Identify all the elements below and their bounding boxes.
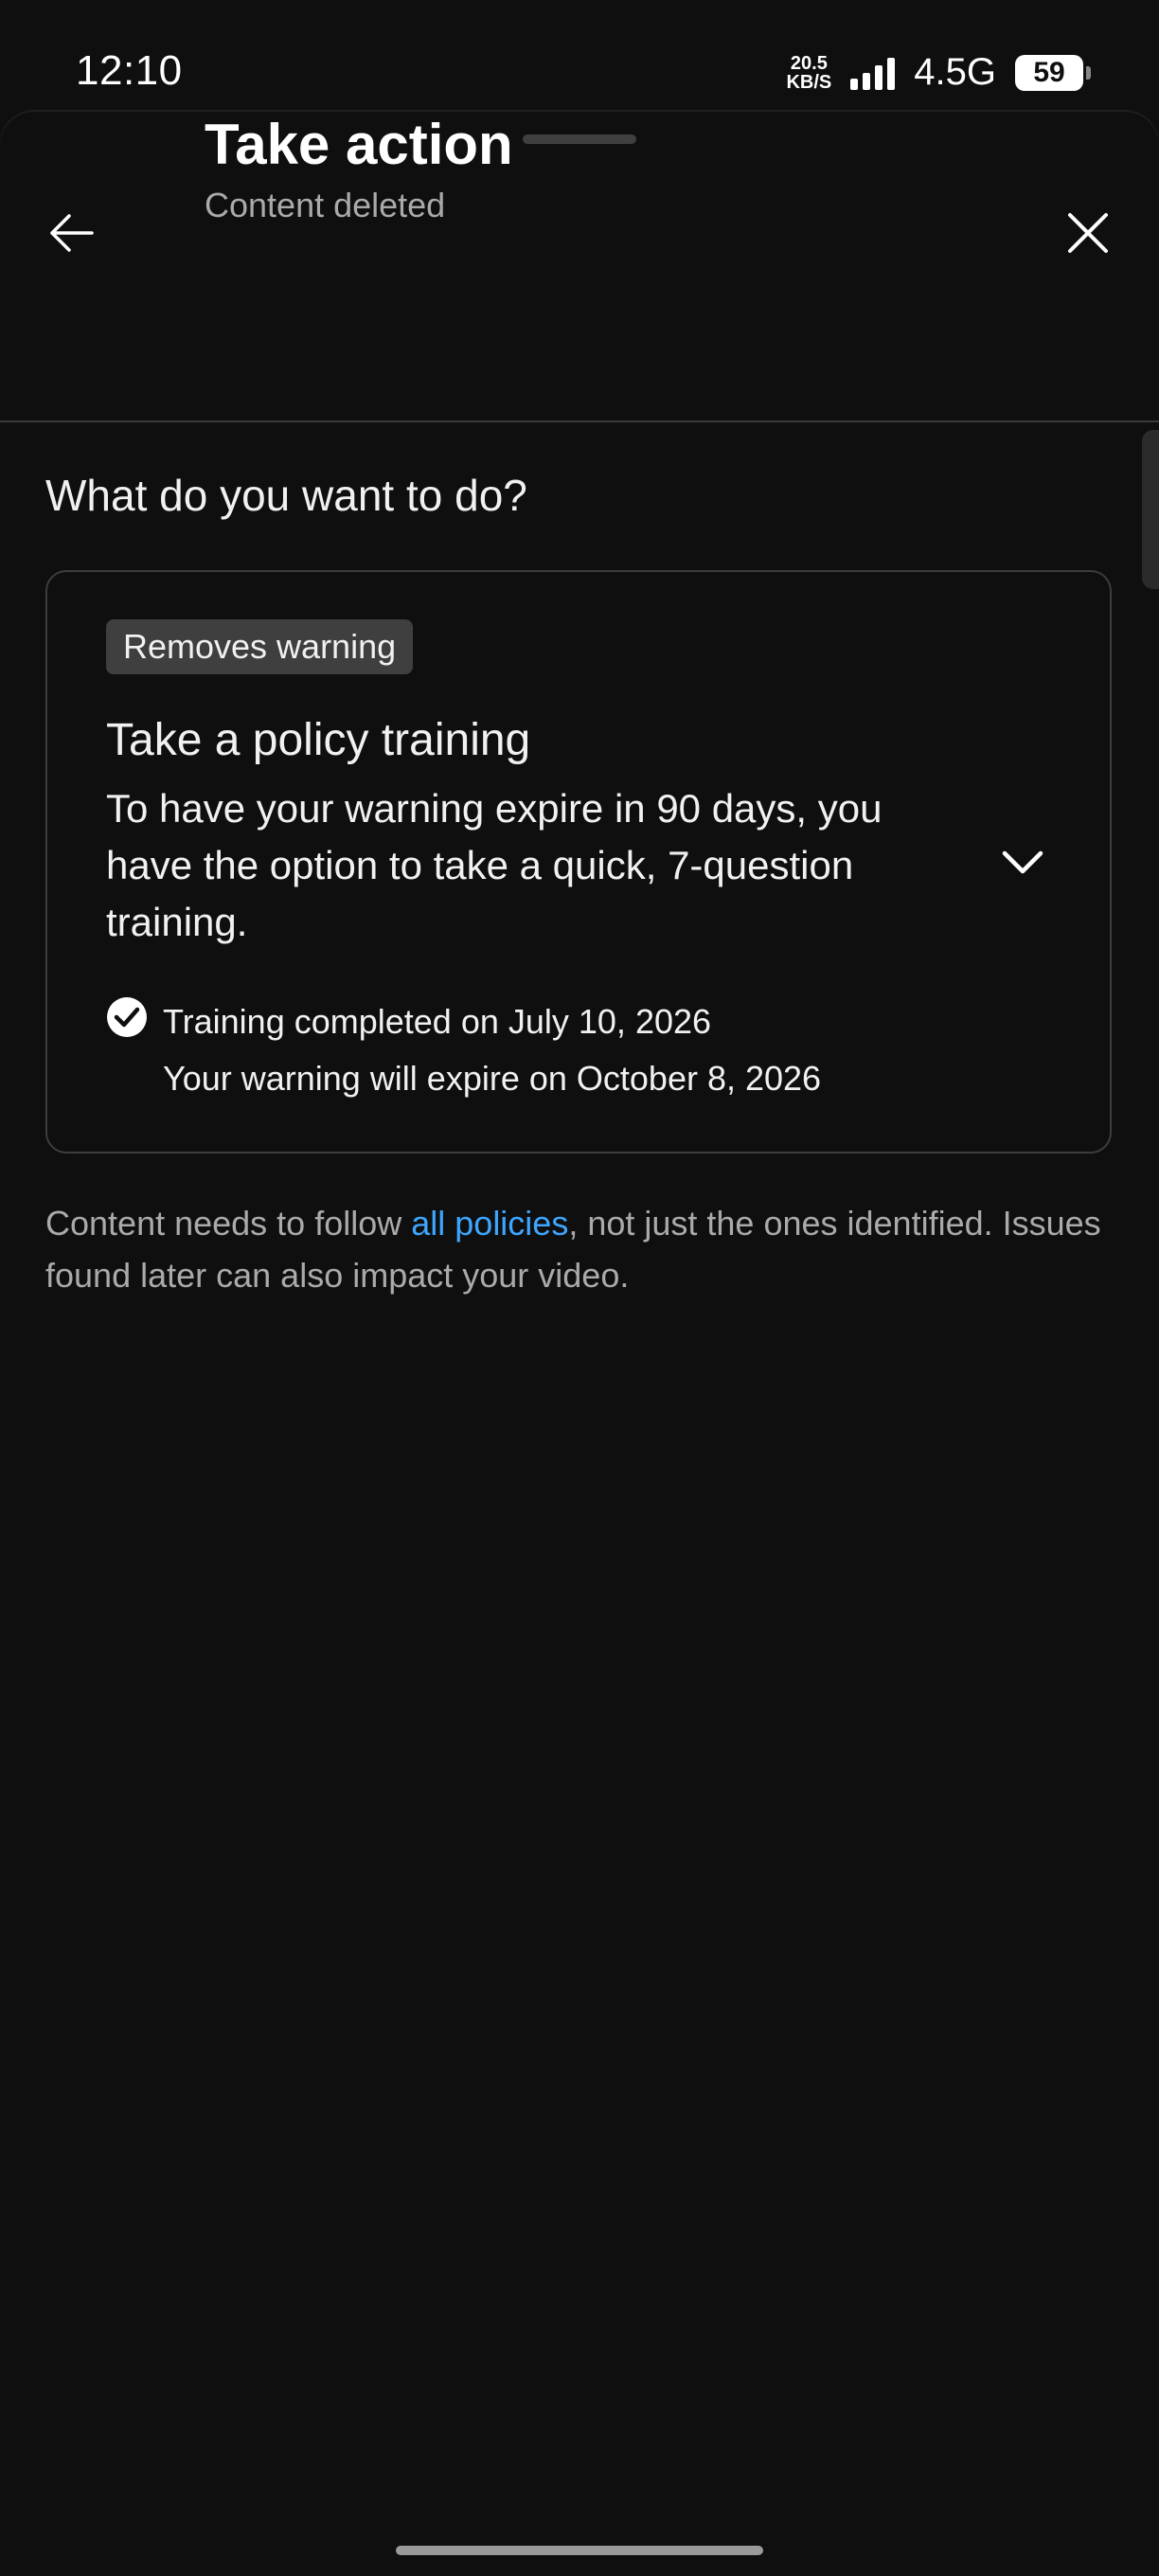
expand-button[interactable] [994,833,1051,890]
network-speed-unit: KB/S [786,71,832,93]
check-circle-icon [107,997,147,1037]
all-policies-link[interactable]: all policies [411,1204,568,1243]
back-button[interactable] [38,200,104,266]
page: 12:10 20.5 KB/S 4.5G 59 Take action Cont… [0,0,1159,2576]
close-icon [1068,213,1108,253]
arrow-left-icon [50,214,94,252]
removes-warning-badge: Removes warning [106,619,414,674]
battery-icon: 59 [1015,54,1091,91]
home-indicator[interactable] [396,2546,763,2555]
page-subtitle: Content deleted [205,186,446,224]
chevron-down-icon [1002,850,1043,874]
section-heading: What do you want to do? [45,471,527,520]
warning-expiry-text: Your warning will expire on October 8, 2… [163,1059,822,1098]
network-speed-value: 20.5 [790,52,828,74]
network-speed: 20.5 KB/S [786,54,831,92]
network-type: 4.5G [914,51,996,93]
battery-level: 59 [1033,56,1065,88]
signal-icon [850,56,896,90]
drag-handle[interactable] [523,134,636,144]
side-panel-handle[interactable] [1142,430,1159,589]
take-action-sheet: Take action Content deleted What do you … [0,112,1159,2576]
status-time: 12:10 [76,47,183,94]
policy-note-text-before: Content needs to follow [45,1204,412,1243]
sheet-header [0,164,1159,308]
policy-training-card[interactable]: Removes warning Take a policy training T… [45,570,1112,1154]
card-description: To have your warning expire in 90 days, … [106,786,883,944]
close-button[interactable] [1055,200,1121,266]
card-title: Take a policy training [106,715,531,765]
training-completed-text: Training completed on July 10, 2026 [163,1002,712,1041]
policy-note: Content needs to follow all policies, no… [45,1197,1106,1301]
header-divider [0,420,1159,422]
status-bar: 12:10 20.5 KB/S 4.5G 59 [0,0,1159,112]
page-title: Take action [205,113,513,176]
status-indicators: 20.5 KB/S 4.5G 59 [786,51,1091,94]
